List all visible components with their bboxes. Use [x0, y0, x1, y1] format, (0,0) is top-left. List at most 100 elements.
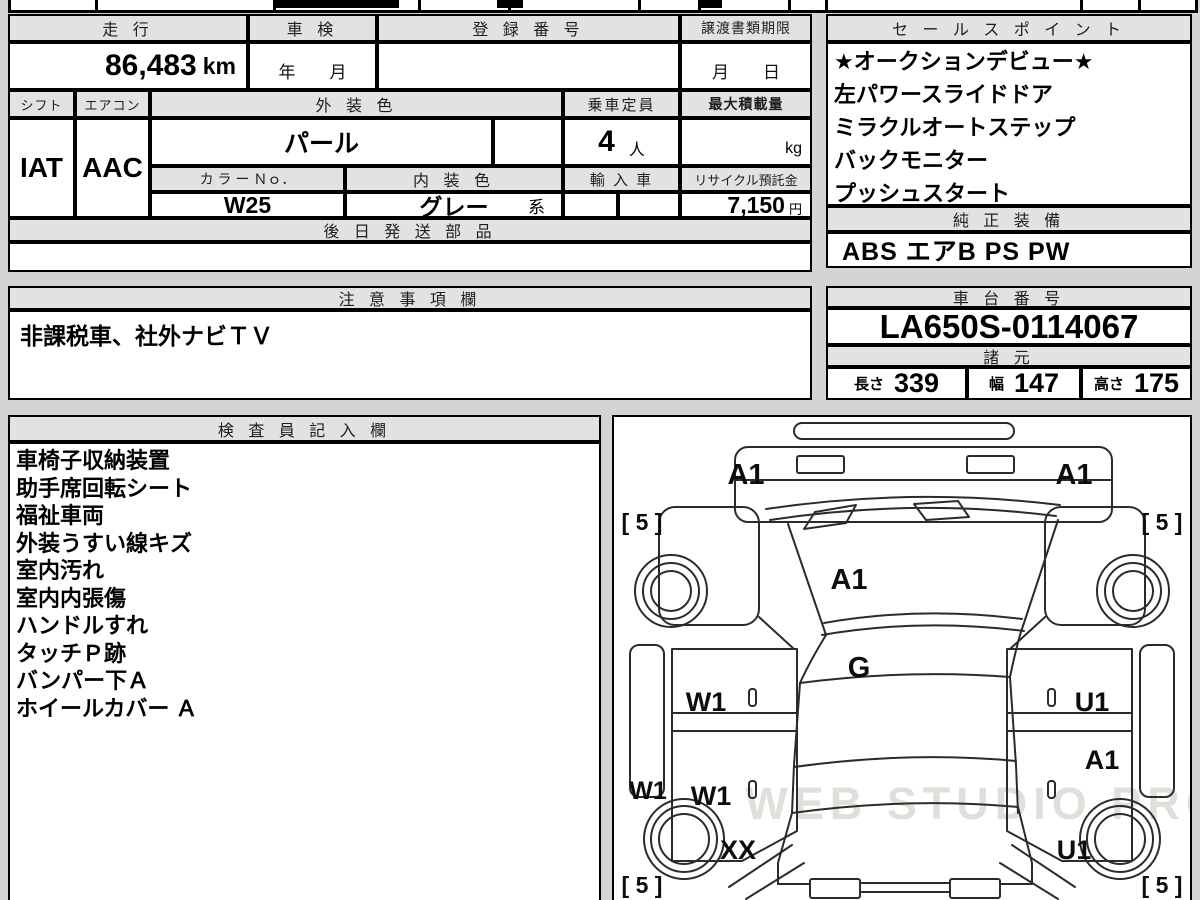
door-handle: [1047, 688, 1056, 707]
quarter-crease-right: [999, 862, 1059, 900]
inspection-header: 車 検: [248, 14, 377, 42]
chassis-header: 車 台 番 号: [826, 286, 1192, 308]
windshield-right-edge: [1019, 519, 1059, 636]
rocker-panel-right: [1139, 644, 1175, 798]
spec-length-cell: 長さ 339: [826, 367, 967, 400]
front-wheel-right: [1096, 554, 1170, 628]
vehicle-info-table: 走 行 車 検 登 録 番 号 譲渡書類期限 86,483 km 年 月 月 日…: [8, 14, 812, 272]
doors-left: [671, 648, 798, 862]
chassis-box: 車 台 番 号 LA650S-0114067 諸 元 長さ 339 幅 147 …: [826, 286, 1192, 400]
spec-height-value: 175: [1133, 368, 1180, 398]
inspector-notes-box: 検 査 員 記 入 欄 車椅子収納装置 助手席回転シート 福祉車両 外装うすい線…: [8, 415, 601, 900]
spec-width-cell: 幅 147: [967, 367, 1081, 400]
later-parts-value: [8, 242, 812, 272]
roof-front-strip: [793, 422, 1015, 440]
color-no-value: W25: [150, 192, 345, 218]
damage-diagram-box: WEB STUDIO PRO A1 A1 [5] [5] A1 G W1…: [612, 415, 1200, 900]
damage-label-front-bumper-left: A1: [727, 459, 764, 491]
max-load-value-cell: kg: [680, 118, 812, 166]
mileage-value-cell: 86,483 km: [8, 42, 248, 90]
recycle-deposit-value: 7,150: [727, 192, 785, 218]
windshield-base: [821, 624, 1025, 636]
exterior-color-header: 外 装 色: [150, 90, 563, 118]
import-value-cell-2: [618, 192, 680, 218]
windshield-left-edge: [787, 523, 827, 636]
top-cut-divider: [638, 0, 641, 10]
damage-label-rear-door-left: W1: [691, 781, 732, 811]
transfer-deadline-value: 月 日: [680, 42, 812, 90]
front-wheel-left: [634, 554, 708, 628]
inspector-note-item: 室内内張傷: [16, 585, 127, 611]
headlight-left: [796, 455, 845, 474]
inspector-note-item: 車椅子収納装置: [16, 448, 171, 473]
sales-points-list: ★オークションデビュー★ 左パワースライドドア ミラクルオートステップ バックモ…: [826, 42, 1192, 206]
spec-length-label: 長さ: [853, 376, 884, 393]
top-cut-divider: [418, 0, 421, 10]
spec-length-value: 339: [893, 368, 940, 398]
inspector-note-item: タッチＰ跡: [16, 640, 127, 666]
chassis-value: LA650S-0114067: [826, 308, 1192, 345]
inspector-note-item: 福祉車両: [16, 503, 105, 528]
spec-height-label: 高さ: [1093, 376, 1124, 393]
tire-grade-rear-right: [ 5 ]: [1142, 872, 1183, 898]
sales-point-item: ミラクルオートステップ: [834, 115, 1076, 140]
damage-label-front-bumper-right: A1: [1055, 459, 1092, 491]
rear-wheel-left: [643, 798, 725, 880]
sales-point-item: 左パワースライドドア: [834, 82, 1053, 107]
shift-header: シフト: [8, 90, 75, 118]
wiper-left: [803, 504, 857, 530]
aircon-header: エアコン: [75, 90, 150, 118]
quarter-crease-left: [745, 862, 805, 900]
inspector-note-item: 助手席回転シート: [16, 475, 193, 501]
top-cut-text-remnant: [275, 0, 399, 8]
sales-point-item: バックモニター: [834, 148, 989, 173]
tire-grade-rear-left: [ 5 ]: [622, 872, 663, 898]
aircon-value: AAC: [75, 118, 150, 218]
mileage-value: 86,483: [104, 49, 197, 82]
damage-label-rocker-left: W1: [629, 777, 667, 805]
specs-header: 諸 元: [826, 345, 1192, 367]
import-value-cell-1: [563, 192, 618, 218]
notes-box: 注 意 事 項 欄 非課税車、社外ナビＴＶ: [8, 286, 812, 400]
top-cut-divider: [1080, 0, 1083, 10]
inspector-note-item: ホイールカバー Ａ: [16, 695, 198, 721]
sales-points-box: セ ー ル ス ポ イ ン ト ★オークションデビュー★ 左パワースライドドア …: [826, 14, 1192, 268]
windshield-base: [823, 612, 1023, 624]
damage-diagram: WEB STUDIO PRO A1 A1 [5] [5] A1 G W1…: [622, 422, 1200, 900]
inspector-note-item: 外装うすい線キズ: [16, 530, 193, 556]
top-cut-text-remnant: [497, 0, 523, 8]
damage-label-front-door-left: W1: [686, 687, 727, 717]
damage-label-rear-door-right: A1: [1085, 745, 1120, 775]
damage-label-quarter-left: XX: [720, 835, 756, 865]
shift-value: IAT: [8, 118, 75, 218]
transfer-deadline-header: 譲渡書類期限: [680, 14, 812, 42]
spec-height-cell: 高さ 175: [1081, 367, 1192, 400]
top-cut-divider: [825, 0, 828, 10]
later-parts-header: 後 日 発 送 部 品: [8, 218, 812, 242]
inspector-notes-list: 車椅子収納装置 助手席回転シート 福祉車両 外装うすい線キズ 室内汚れ 室内内張…: [8, 442, 601, 900]
genuine-equipment-value: ABS エアB PS PW: [826, 232, 1192, 268]
damage-label-quarter-right: U1: [1057, 835, 1092, 865]
inspector-note-item: 室内汚れ: [16, 558, 105, 583]
genuine-equipment-header: 純 正 装 備: [826, 206, 1192, 232]
mileage-header: 走 行: [8, 14, 248, 42]
inspector-note-item: ハンドルすれ: [16, 613, 149, 638]
exterior-color-extra-cell: [493, 118, 563, 166]
sales-points-header: セ ー ル ス ポ イ ン ト: [826, 14, 1192, 42]
recycle-deposit-unit: 円: [788, 201, 802, 217]
mileage-unit: km: [202, 52, 236, 79]
top-cut-row: [8, 0, 1198, 13]
door-handle: [748, 688, 757, 707]
inspector-notes-header: 検 査 員 記 入 欄: [8, 415, 601, 442]
damage-label-front-door-right: U1: [1075, 687, 1110, 717]
interior-color-suffix: 系: [528, 197, 545, 217]
registration-header: 登 録 番 号: [377, 14, 680, 42]
max-load-unit: kg: [785, 140, 802, 157]
top-cut-divider: [788, 0, 791, 10]
roof-mid-seam: [793, 756, 1017, 768]
sales-point-item: ★オークションデビュー★: [834, 49, 1094, 74]
inspection-value: 年 月: [248, 42, 377, 90]
inspector-note-item: バンパー下Ａ: [16, 668, 150, 693]
color-no-header: カ ラ ー Ｎｏ．: [150, 166, 345, 192]
rocker-panel-left: [629, 644, 665, 798]
